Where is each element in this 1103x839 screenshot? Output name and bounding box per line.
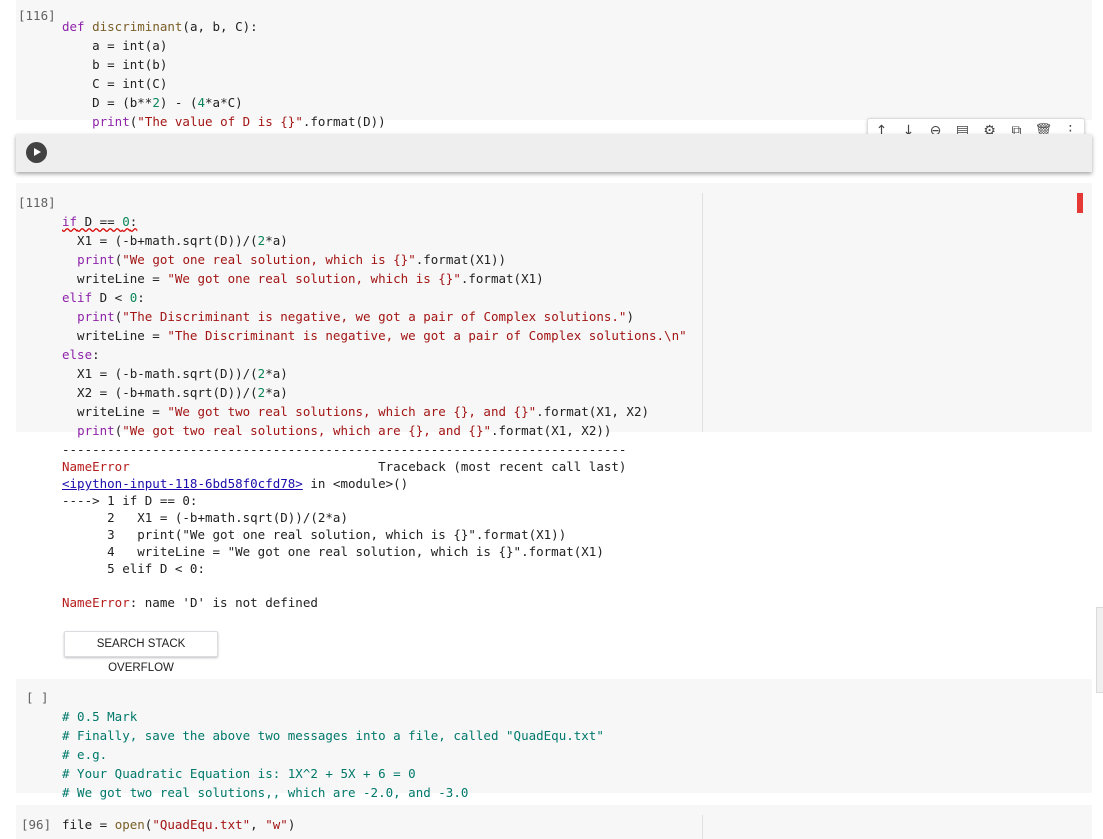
code-line: elif D < 0: [62,290,145,305]
traceback-header: Traceback (most recent call last) [378,459,627,474]
code-line: print("The Discriminant is negative, we … [77,309,634,324]
traceback-link[interactable]: <ipython-input-118-6bd58f0cfd78> [62,476,303,491]
code-line: C = int(C) [62,76,168,91]
code-line: # Your Quadratic Equation is: 1X^2 + 5X … [62,766,416,781]
code-line: X1 = (-b-math.sqrt(D))/(2*a) [62,366,288,381]
code-line: writeLine = "We got two real solutions, … [62,404,650,419]
search-stack-overflow-button[interactable]: SEARCH STACK OVERFLOW [64,631,218,674]
traceback-line: 2 X1 = (-b+math.sqrt(D))/(2*a) [62,510,348,525]
code-cell-96[interactable]: [96] file = open("QuadEqu.txt", "w") [16,805,1092,839]
code-line: print("We got two real solutions, which … [77,423,612,438]
execution-count: [ ] [26,690,49,705]
code-line: file = open("QuadEqu.txt", "w") [62,817,296,832]
error-message: : name 'D' is not defined [129,595,318,610]
code-cell-comment[interactable]: [ ] # 0.5 Mark # Finally, save the above… [16,679,1092,800]
traceback-link-suffix: in <module>() [302,476,409,491]
ruler-line [702,193,703,432]
code-line: # Finally, save the above two messages i… [62,728,604,743]
ruler-line [702,815,703,839]
traceback-line: 3 print("We got one real solution, which… [62,527,567,542]
cell-output: ----------------------------------------… [62,441,626,611]
empty-code-cell[interactable] [16,134,1092,172]
code-line: X2 = (-b+math.sqrt(D))/(2*a) [62,385,288,400]
traceback-line: 5 elif D < 0: [62,561,205,576]
code-editor[interactable]: # 0.5 Mark # Finally, save the above two… [62,688,604,802]
code-line: writeLine = "We got one real solution, w… [62,271,544,286]
code-line: if D == 0: [62,214,138,229]
code-cell-116[interactable]: [116] def discriminant(a, b, C): a = int… [16,0,1092,129]
error-marker [1077,193,1083,213]
code-line: b = int(b) [62,57,168,72]
traceback-separator: ----------------------------------------… [62,442,627,457]
traceback-line: 4 writeLine = "We got one real solution,… [62,544,604,559]
execution-count: [118] [18,195,56,210]
scrollbar[interactable] [1096,607,1103,693]
code-editor[interactable]: if D == 0: X1 = (-b+math.sqrt(D))/(2*a) … [62,193,687,440]
code-line: # e.g. [62,747,108,762]
code-line: def discriminant(a, b, C): [62,19,258,34]
code-line: # We got two real solutions,, which are … [62,785,469,800]
execution-count: [116] [18,8,56,23]
code-line: print("We got one real solution, which i… [77,252,507,267]
code-line: X1 = (-b+math.sqrt(D))/(2*a) [62,233,288,248]
error-message-name: NameError [62,595,130,610]
code-cell-118[interactable]: [118] if D == 0: X1 = (-b+math.sqrt(D))/… [16,183,1092,438]
code-line: a = int(a) [62,38,168,53]
code-line: else: [62,347,100,362]
run-cell-button[interactable] [26,142,47,163]
error-name: NameError [62,459,130,474]
code-line: # 0.5 Mark [62,709,138,724]
code-line: print("The value of D is {}".format(D)) [92,114,386,129]
code-line: D = (b**2) - (4*a*C) [62,95,243,110]
execution-count: [96] [21,817,52,832]
code-editor[interactable]: file = open("QuadEqu.txt", "w") [62,815,295,834]
code-editor[interactable]: def discriminant(a, b, C): a = int(a) b … [62,0,386,131]
code-line: writeLine = "The Discriminant is negativ… [62,328,687,343]
traceback-arrow-line: ----> 1 if D == 0: [62,493,198,508]
